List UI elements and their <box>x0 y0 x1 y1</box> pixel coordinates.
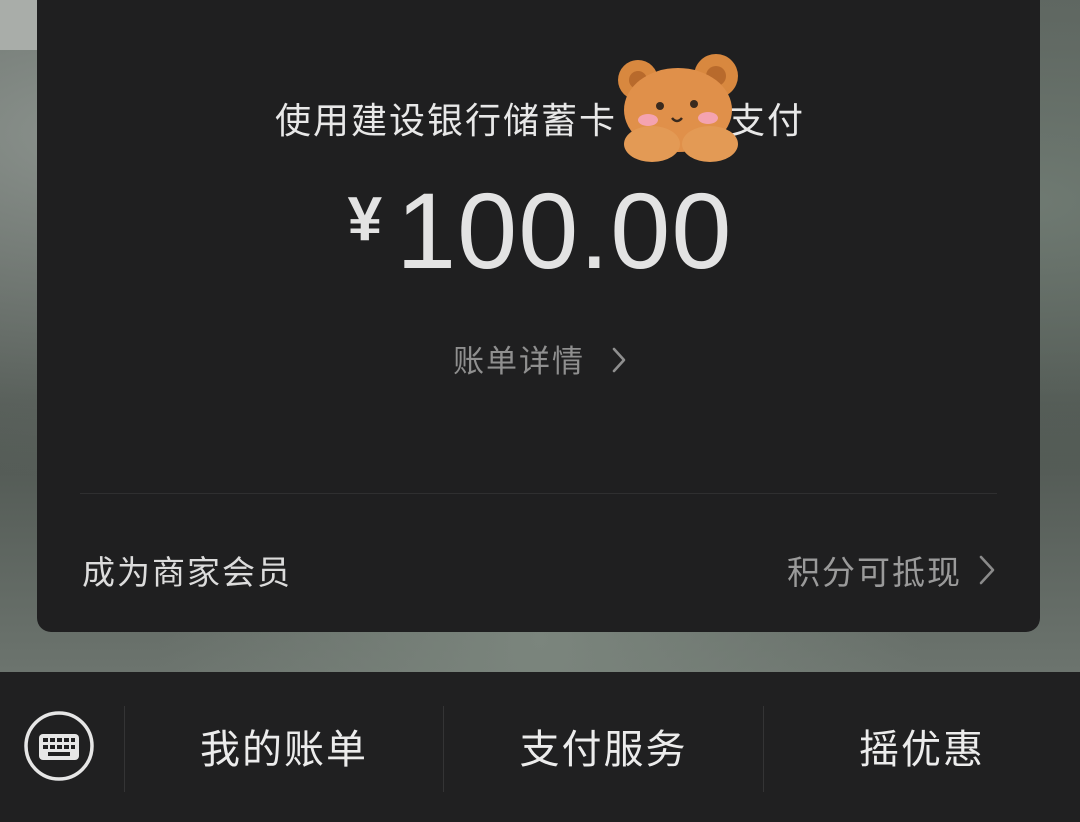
points-redeem-link[interactable]: 积分可抵现 <box>787 546 996 594</box>
menu-my-bills[interactable]: 我的账单 <box>125 722 443 778</box>
bill-details-label: 账单详情 <box>453 344 586 380</box>
points-label: 积分可抵现 <box>787 553 962 592</box>
currency-symbol: ¥ <box>347 185 383 254</box>
card-divider <box>80 493 997 494</box>
background-highlight <box>0 0 40 50</box>
teddy-bear-sticker <box>618 54 738 162</box>
become-member-link[interactable]: 成为商家会员 <box>82 546 292 594</box>
payment-method-text: 使用建设银行储蓄卡 <box>274 101 617 142</box>
menu-shake-offers[interactable]: 摇优惠 <box>764 722 1080 778</box>
keyboard-icon[interactable] <box>23 710 95 782</box>
chevron-right-icon <box>612 347 626 373</box>
member-label: 成为商家会员 <box>82 553 292 592</box>
menu-payment-services[interactable]: 支付服务 <box>444 722 763 778</box>
chevron-right-icon <box>979 555 995 585</box>
amount-value: 100.00 <box>396 170 733 291</box>
payment-amount: ¥100.00 <box>0 168 1080 293</box>
payment-method-line: 使用建设银行储蓄卡 支付 <box>0 92 1080 144</box>
bill-details-link[interactable]: 账单详情 <box>0 336 1080 381</box>
